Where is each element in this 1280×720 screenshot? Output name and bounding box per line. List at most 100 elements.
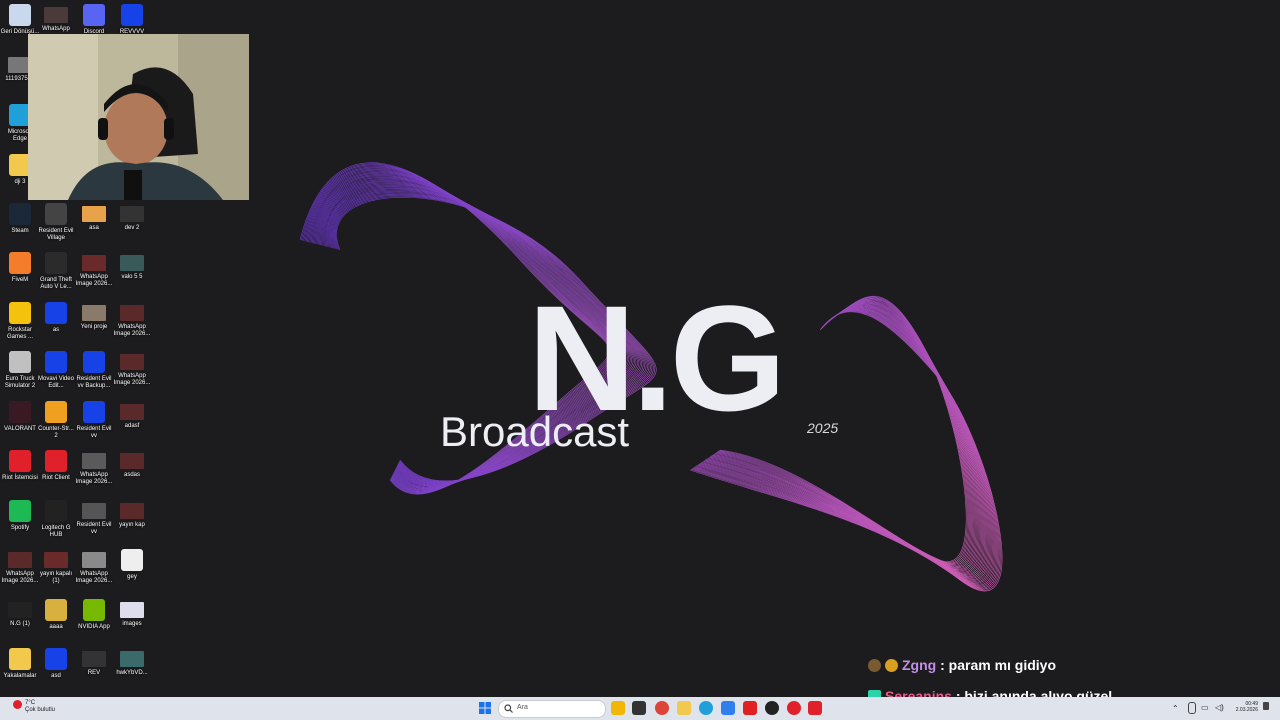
taskbar-search[interactable]: Ara bbox=[498, 700, 606, 718]
desktop-icon[interactable]: asa bbox=[74, 203, 114, 232]
desktop-icon-label: Yakalamalar bbox=[3, 673, 37, 679]
desktop-icon[interactable]: hwkYbVD... bbox=[112, 648, 152, 677]
taskbar-clock[interactable]: 00:49 2.03.2026 bbox=[1234, 701, 1258, 713]
image-icon bbox=[82, 206, 106, 222]
obs-icon[interactable] bbox=[765, 701, 779, 715]
desktop-icon-label: asd bbox=[51, 673, 61, 679]
desktop-icon[interactable]: as bbox=[36, 302, 76, 334]
desktop-icon[interactable]: Movavi Video Edit... bbox=[36, 351, 76, 390]
desktop-icon-label: Resident Evil vv Backup... bbox=[76, 376, 112, 389]
desktop-icon[interactable]: Rockstar Games ... bbox=[0, 302, 40, 341]
desktop-icon[interactable]: adasf bbox=[112, 401, 152, 430]
chrome-icon[interactable] bbox=[655, 701, 669, 715]
desktop-icon[interactable]: Geri Dönüşü... bbox=[0, 4, 40, 36]
youtube-icon[interactable] bbox=[743, 701, 757, 715]
media-player-icon bbox=[121, 549, 143, 571]
desktop-icon[interactable]: aaaa bbox=[36, 599, 76, 631]
webcam-feed bbox=[28, 34, 249, 200]
recycle-bin-icon bbox=[9, 4, 31, 26]
image-icon bbox=[120, 404, 144, 420]
windows-start-icon[interactable] bbox=[479, 702, 491, 714]
desktop-icon[interactable]: Steam bbox=[0, 203, 40, 235]
desktop-icon-label: yayın kapalı (1) bbox=[39, 571, 73, 584]
store-icon[interactable] bbox=[721, 701, 735, 715]
desktop-icon[interactable]: images bbox=[112, 599, 152, 628]
sub-badge-icon bbox=[885, 659, 898, 672]
network-icon[interactable]: ▭ bbox=[1201, 703, 1209, 712]
chevron-up-icon[interactable]: ⌃ bbox=[1172, 704, 1179, 713]
image-icon bbox=[120, 602, 144, 618]
edge-icon[interactable] bbox=[699, 701, 713, 715]
desktop-icon-label: Rockstar Games ... bbox=[6, 327, 33, 340]
desktop-icon[interactable]: Resident Evil Village bbox=[36, 203, 76, 242]
desktop-icon-label: WhatsApp bbox=[42, 26, 70, 32]
desktop-icon-label: Spotify bbox=[10, 525, 30, 531]
speaker-icon[interactable]: ◁) bbox=[1215, 703, 1224, 712]
desktop-icon-label: WhatsApp Image 2026... bbox=[75, 571, 113, 584]
desktop-icon[interactable]: gey bbox=[112, 549, 152, 581]
riot-icon bbox=[45, 450, 67, 472]
riot-icon bbox=[9, 450, 31, 472]
image-icon bbox=[44, 552, 68, 568]
search-placeholder: Ara bbox=[517, 704, 528, 711]
desktop-icon[interactable]: Riot İstemcisi bbox=[0, 450, 40, 482]
weather-alert-icon bbox=[13, 700, 22, 709]
desktop-icon[interactable]: Discord bbox=[74, 4, 114, 36]
folder-icon[interactable] bbox=[677, 701, 691, 715]
cs2-icon bbox=[45, 401, 67, 423]
desktop-icon[interactable]: VALORANT bbox=[0, 401, 40, 433]
desktop-icon[interactable]: REVVVV bbox=[112, 4, 152, 36]
logitech-icon bbox=[45, 500, 67, 522]
desktop-icon-label: hwkYbVD... bbox=[116, 670, 148, 676]
desktop-icon[interactable]: Logitech G HUB bbox=[36, 500, 76, 539]
app-icon bbox=[45, 351, 67, 373]
desktop-icon[interactable]: WhatsApp Image 2026... bbox=[74, 549, 114, 585]
desktop-icon[interactable]: Riot Client bbox=[36, 450, 76, 482]
desktop-icon[interactable]: WhatsApp Image 2026... bbox=[74, 450, 114, 486]
desktop-icon[interactable]: yayın kap bbox=[112, 500, 152, 529]
desktop-icon[interactable]: FiveM bbox=[0, 252, 40, 284]
desktop-icon[interactable]: Yeni proje bbox=[74, 302, 114, 331]
weather-widget[interactable]: 7°C Çok bulutlu bbox=[25, 700, 55, 714]
discord-icon bbox=[83, 4, 105, 26]
desktop-icon[interactable]: Grand Theft Auto V Le... bbox=[36, 252, 76, 291]
desktop-icon[interactable]: WhatsApp Image 2026... bbox=[112, 351, 152, 387]
desktop-icon-label: gey bbox=[127, 574, 137, 580]
desktop-icon[interactable]: Resident Evil vv bbox=[74, 401, 114, 440]
desktop-icon[interactable]: Spotify bbox=[0, 500, 40, 532]
desktop-icon[interactable]: asd bbox=[36, 648, 76, 680]
desktop-icon[interactable]: Counter-Str... 2 bbox=[36, 401, 76, 440]
desktop-icon[interactable]: yayın kapalı (1) bbox=[36, 549, 76, 585]
opera-icon[interactable] bbox=[787, 701, 801, 715]
notification-icon[interactable] bbox=[1263, 702, 1269, 710]
image-icon bbox=[44, 7, 68, 23]
desktop-icon[interactable]: asdas bbox=[112, 450, 152, 479]
desktop-icon-label: valo 5 5 bbox=[121, 274, 143, 280]
image-icon bbox=[8, 552, 32, 568]
desktop-icon[interactable]: WhatsApp Image 2026... bbox=[112, 302, 152, 338]
desktop-icon[interactable]: WhatsApp Image 2026... bbox=[0, 549, 40, 585]
desktop-icon[interactable]: Euro Truck Simulator 2 bbox=[0, 351, 40, 390]
desktop-icon[interactable]: Yakalamalar bbox=[0, 648, 40, 680]
chat-username: Zgng bbox=[902, 657, 937, 673]
desktop-icon-label: NVIDIA App bbox=[78, 624, 110, 630]
desktop-icon[interactable]: Resident Evil vv bbox=[74, 500, 114, 536]
desktop-icon[interactable]: WhatsApp bbox=[36, 4, 76, 33]
task-view-icon[interactable] bbox=[632, 701, 646, 715]
desktop-icon[interactable]: dev 2 bbox=[112, 203, 152, 232]
desktop-icon[interactable]: NVIDIA App bbox=[74, 599, 114, 631]
desktop-icon-label: as bbox=[52, 327, 60, 333]
desktop-icon[interactable]: WhatsApp Image 2026... bbox=[74, 252, 114, 288]
desktop-icon[interactable]: Resident Evil vv Backup... bbox=[74, 351, 114, 390]
microphone-icon[interactable] bbox=[1188, 702, 1196, 714]
desktop-icon-label: Resident Evil vv bbox=[76, 426, 112, 439]
desktop-icon[interactable]: valo 5 5 bbox=[112, 252, 152, 281]
valorant-icon[interactable] bbox=[808, 701, 822, 715]
file-explorer-icon[interactable] bbox=[611, 701, 625, 715]
desktop-icon-label: Riot Client bbox=[42, 475, 70, 481]
image-icon bbox=[82, 305, 106, 321]
desktop-icon-label: yayın kap bbox=[119, 522, 145, 528]
desktop-icon[interactable]: N.G (1) bbox=[0, 599, 40, 628]
desktop-icon[interactable]: REV bbox=[74, 648, 114, 677]
desktop-icon-label: Resident Evil vv bbox=[76, 522, 112, 535]
